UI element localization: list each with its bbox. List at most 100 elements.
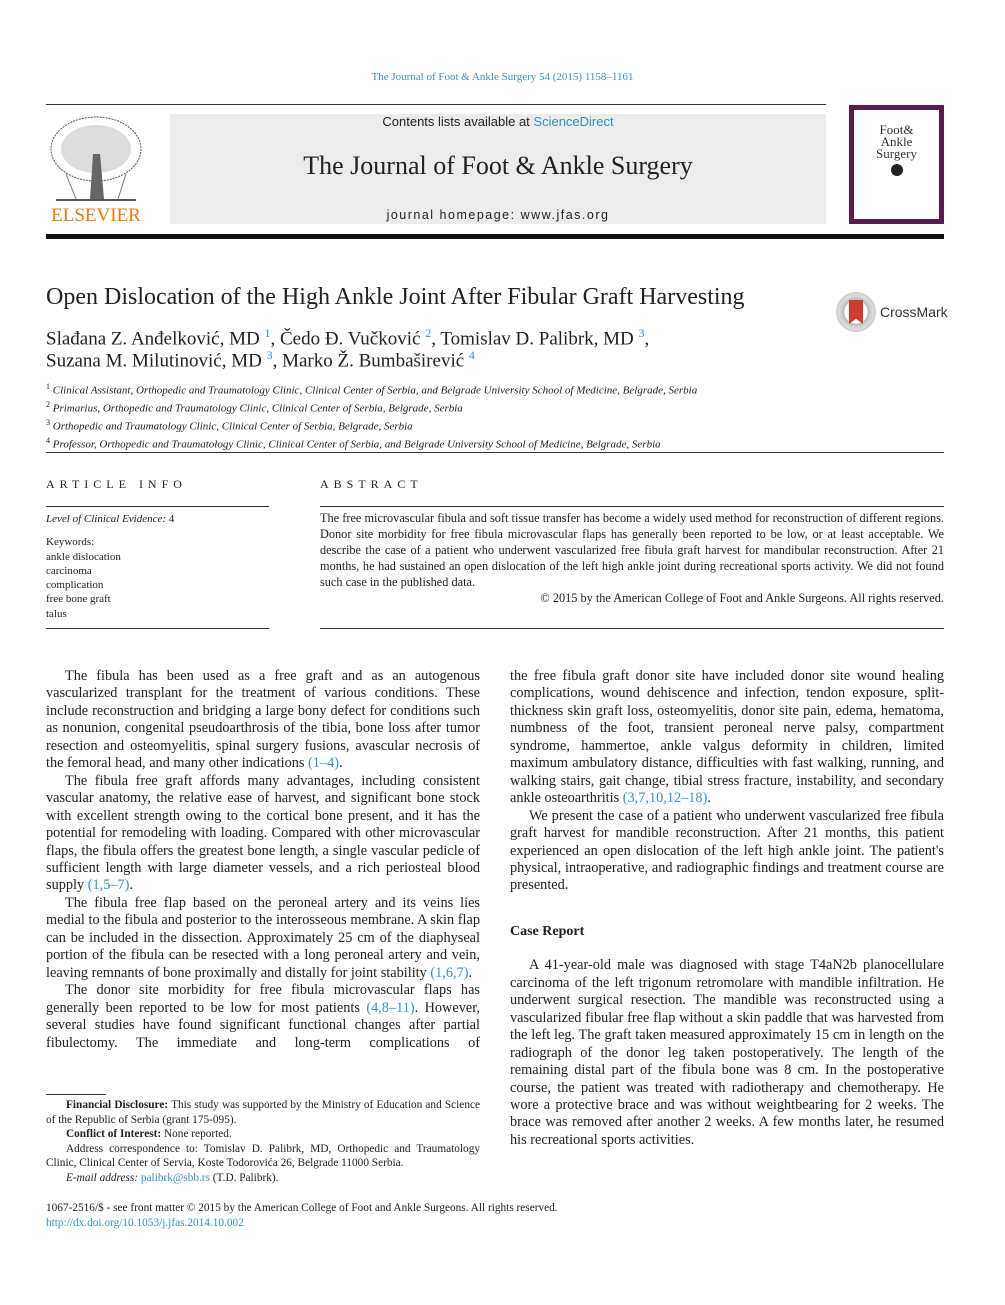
abstract-heading: ABSTRACT	[320, 477, 423, 491]
affiliation: 2 Primarius, Orthopedic and Traumatology…	[46, 398, 697, 416]
citation-link[interactable]: (1–4)	[308, 755, 339, 771]
journal-reference[interactable]: The Journal of Foot & Ankle Surgery 54 (…	[0, 71, 1005, 83]
citation-link[interactable]: (3,7,10,12–18)	[623, 790, 708, 806]
crossmark-button[interactable]: CrossMark	[836, 292, 948, 332]
evidence-label: Level of Clinical Evidence:	[46, 513, 167, 525]
email-line: E-mail address: palibrk@sbb.rs (T.D. Pal…	[46, 1171, 480, 1186]
correspondence-address: Address correspondence to: Tomislav D. P…	[46, 1142, 480, 1170]
author-sup[interactable]: 3	[639, 326, 645, 340]
text: .	[129, 877, 133, 894]
affiliation: 4 Professor, Orthopedic and Traumatology…	[46, 434, 697, 452]
elsevier-logo: ELSEVIER	[46, 114, 146, 226]
paragraph: A 41-year-old male was diagnosed with st…	[510, 957, 944, 1148]
email-link[interactable]: palibrk@sbb.rs	[141, 1172, 210, 1184]
divider	[46, 452, 944, 453]
author-sup[interactable]: 2	[425, 326, 431, 340]
text: None reported.	[161, 1128, 232, 1140]
paragraph: We present the case of a patient who und…	[510, 807, 944, 894]
author: Suzana M. Milutinović, MD	[46, 350, 262, 372]
body-column-left: The fibula has been used as a free graft…	[46, 668, 480, 1052]
text: .	[339, 755, 343, 772]
keyword: carcinoma	[46, 564, 92, 577]
keyword: ankle dislocation	[46, 550, 121, 563]
author-sup[interactable]: 3	[267, 348, 273, 362]
affiliation-text: Clinical Assistant, Orthopedic and Traum…	[52, 384, 698, 397]
body-column-right: the free fibula graft donor site have in…	[510, 668, 944, 1149]
footnotes: Financial Disclosure: This study was sup…	[46, 1098, 480, 1185]
citation-link[interactable]: (4,8–11)	[366, 1000, 414, 1016]
label: Conflict of Interest:	[66, 1128, 162, 1140]
bottom-info: 1067-2516/$ - see front matter © 2015 by…	[46, 1201, 558, 1230]
abstract-copyright: © 2015 by the American College of Foot a…	[540, 591, 944, 605]
author-sup[interactable]: 4	[469, 348, 475, 362]
abstract: The free microvascular fibula and soft t…	[320, 510, 944, 606]
text: .	[707, 790, 711, 807]
label: Financial Disclosure:	[66, 1099, 169, 1111]
affiliation: 1 Clinical Assistant, Orthopedic and Tra…	[46, 380, 697, 398]
divider	[46, 628, 269, 629]
issn-line: 1067-2516/$ - see front matter © 2015 by…	[46, 1202, 558, 1214]
citation-link[interactable]: (1,6,7)	[430, 965, 468, 981]
conflict-of-interest: Conflict of Interest: None reported.	[46, 1127, 480, 1142]
divider	[46, 506, 269, 507]
abstract-text: The free microvascular fibula and soft t…	[320, 511, 944, 589]
author: Marko Ž. Bumbaširević	[282, 350, 465, 372]
paragraph: The fibula free flap based on the perone…	[46, 895, 480, 982]
affiliation-text: Primarius, Orthopedic and Traumatology C…	[52, 402, 463, 415]
divider	[320, 506, 944, 507]
evidence-level: Level of Clinical Evidence: 4	[46, 512, 269, 526]
author-line-1: Slađana Z. Anđelković, MD 1, Čedo Đ. Vuč…	[46, 326, 650, 350]
financial-disclosure: Financial Disclosure: This study was sup…	[46, 1098, 480, 1127]
paragraph: The fibula free graft affords many advan…	[46, 773, 480, 895]
cover-emblem-icon	[890, 164, 903, 176]
author: Slađana Z. Anđelković, MD	[46, 328, 260, 350]
text: The fibula free graft affords many advan…	[46, 772, 480, 894]
author-line-2: Suzana M. Milutinović, MD 3, Marko Ž. Bu…	[46, 348, 475, 372]
elsevier-tree-icon	[50, 116, 142, 201]
doi-link[interactable]: http://dx.doi.org/10.1053/j.jfas.2014.10…	[46, 1217, 244, 1229]
article-info: Level of Clinical Evidence: 4 Keywords: …	[46, 512, 269, 621]
paragraph: The donor site morbidity for free fibula…	[46, 982, 480, 1052]
label: E-mail address:	[66, 1171, 139, 1184]
text: the free fibula graft donor site have in…	[510, 668, 944, 807]
contents-line: Contents lists available at ScienceDirec…	[170, 114, 826, 129]
affiliation-text: Orthopedic and Traumatology Clinic, Clin…	[52, 420, 413, 433]
journal-cover: Foot& Ankle Surgery	[849, 105, 944, 224]
affiliation-number: 1	[46, 382, 50, 391]
keyword: complication	[46, 579, 104, 592]
header-divider	[46, 234, 944, 239]
keyword: talus	[46, 607, 67, 620]
evidence-value: 4	[168, 513, 175, 525]
crossmark-icon	[836, 292, 876, 332]
divider	[46, 104, 826, 105]
contents-prefix: Contents lists available at	[382, 114, 534, 129]
text: (T.D. Palibrk).	[209, 1171, 279, 1184]
article-info-heading: ARTICLE INFO	[46, 477, 187, 491]
keyword: free bone graft	[46, 593, 111, 606]
author-sup[interactable]: 1	[264, 326, 270, 340]
affiliation-text: Professor, Orthopedic and Traumatology C…	[52, 439, 661, 452]
author: Čedo Đ. Vučković	[279, 328, 421, 350]
paragraph: the free fibula graft donor site have in…	[510, 668, 944, 808]
author: Tomislav D. Palibrk, MD	[440, 328, 634, 350]
article-title: Open Dislocation of the High Ankle Joint…	[46, 284, 745, 310]
affiliation-number: 2	[46, 400, 50, 410]
journal-homepage[interactable]: journal homepage: www.jfas.org	[170, 208, 826, 222]
keywords-label: Keywords:	[46, 536, 95, 549]
text: The fibula free flap based on the perone…	[46, 894, 480, 981]
affiliation-number: 3	[46, 418, 50, 428]
footnote-divider	[46, 1094, 106, 1095]
divider	[320, 628, 944, 629]
paragraph: The fibula has been used as a free graft…	[46, 668, 480, 773]
journal-reference-link[interactable]: The Journal of Foot & Ankle Surgery 54 (…	[371, 71, 633, 83]
citation-link[interactable]: (1,5–7)	[88, 877, 130, 893]
affiliation-number: 4	[46, 436, 50, 446]
text: The fibula has been used as a free graft…	[46, 668, 480, 772]
sciencedirect-link[interactable]: ScienceDirect	[533, 114, 613, 129]
section-heading: Case Report	[510, 923, 585, 939]
cover-title: Foot& Ankle Surgery	[876, 122, 917, 161]
journal-title: The Journal of Foot & Ankle Surgery	[303, 151, 693, 180]
affiliation: 3 Orthopedic and Traumatology Clinic, Cl…	[46, 416, 697, 434]
crossmark-label: CrossMark	[880, 304, 948, 320]
elsevier-wordmark: ELSEVIER	[51, 205, 141, 226]
